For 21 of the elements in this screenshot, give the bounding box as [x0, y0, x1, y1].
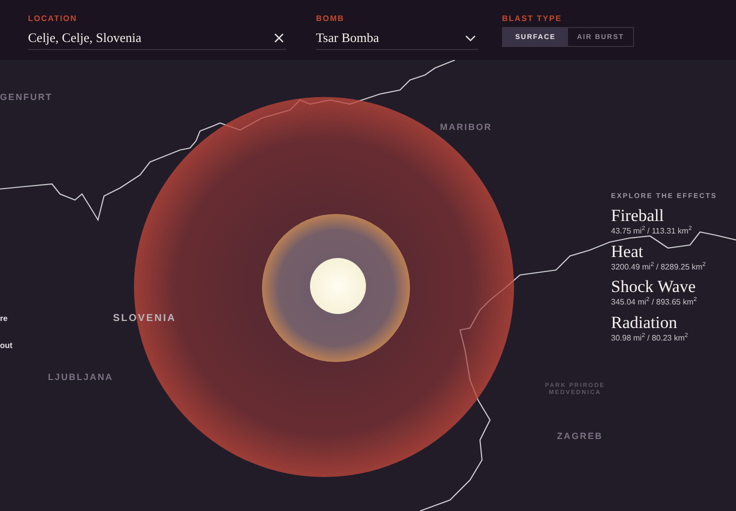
effect-area: 3200.49 mi$^{2}$ / 8289.25 km$^{2}$ — [611, 262, 736, 272]
field-label: BLAST TYPE — [502, 14, 563, 23]
map-label: re — [0, 314, 8, 324]
location-field[interactable]: Celje, Celje, Slovenia — [28, 27, 286, 50]
map-label: LJUBLJANA — [48, 372, 114, 383]
effect-area: 30.98 mi$^{2}$ / 80.23 km$^{2}$ — [611, 332, 736, 343]
close-icon[interactable] — [274, 33, 284, 43]
chevron-down-icon — [465, 34, 476, 42]
map-label: out — [0, 341, 12, 351]
map-label: GENFURT — [0, 92, 53, 103]
map-label: ZAGREB — [557, 431, 603, 442]
effect-area: 345.04 mi$^{2}$ / 893.65 km$^{2}$ — [611, 297, 736, 307]
effect-name[interactable]: Radiation — [611, 312, 736, 333]
map-label: MARIBOR — [440, 122, 492, 133]
field-label: BOMB — [316, 14, 346, 23]
effect-name[interactable]: Heat — [611, 242, 736, 262]
bomb-dropdown[interactable]: Tsar Bomba — [316, 27, 478, 50]
effect-name[interactable]: Shock Wave — [611, 277, 736, 298]
effect-area: 43.75 mi$^{2}$ / 113.31 km$^{2}$ — [611, 226, 736, 236]
effect-name[interactable]: Fireball — [611, 206, 736, 226]
field-label: LOCATION — [28, 14, 78, 23]
